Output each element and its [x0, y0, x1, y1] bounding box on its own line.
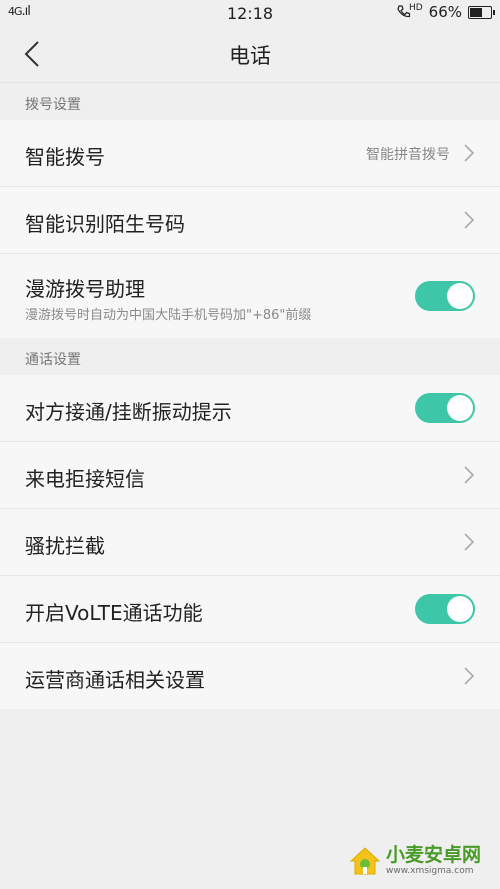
status-bar: 4G.ıl 12:18 HD 66% [0, 0, 500, 26]
page-title: 电话 [229, 44, 271, 68]
setting-label: 开启VoLTE通话功能 [25, 601, 203, 625]
watermark-url: www.xmsigma.com [386, 866, 474, 876]
settings-row[interactable]: 开启VoLTE通话功能 [0, 576, 500, 643]
setting-label: 运营商通话相关设置 [25, 668, 205, 692]
chevron-right-icon [464, 533, 475, 551]
setting-label: 骚扰拦截 [25, 534, 105, 558]
section-header: 拨号设置 [0, 83, 500, 120]
setting-description: 漫游拨号时自动为中国大陆手机号码加"+86"前缀 [25, 308, 312, 323]
battery-fill [470, 7, 482, 17]
house-logo-icon [349, 847, 381, 875]
setting-label: 智能识别陌生号码 [25, 212, 185, 236]
status-right: HD 66% [396, 3, 495, 21]
chevron-right-icon [464, 667, 475, 685]
settings-group: 智能拨号 智能拼音拨号智能识别陌生号码 漫游拨号助理漫游拨号时自动为中国大陆手机号码… [0, 120, 500, 338]
setting-label: 漫游拨号助理 [25, 277, 145, 301]
chevron-right-icon [464, 144, 475, 162]
settings-row[interactable]: 骚扰拦截 [0, 509, 500, 576]
settings-list: 拨号设置智能拨号 智能拼音拨号智能识别陌生号码 漫游拨号助理漫游拨号时自动为中国大陆… [0, 83, 500, 709]
setting-label: 对方接通/挂断振动提示 [25, 400, 232, 424]
toggle-knob [447, 596, 473, 622]
toggle-knob [447, 395, 473, 421]
hd-label: HD [408, 3, 423, 13]
toggle-knob [447, 283, 473, 309]
settings-group: 对方接通/挂断振动提示 来电拒接短信 骚扰拦截开启VoLTE通话功能 运营商通话相关设… [0, 375, 500, 709]
header: 电话 [0, 26, 500, 83]
chevron-right-icon [464, 466, 475, 484]
battery-percent: 66% [428, 3, 462, 21]
settings-row[interactable]: 运营商通话相关设置 [0, 643, 500, 709]
battery-icon [468, 5, 495, 19]
setting-label: 来电拒接短信 [25, 467, 145, 491]
settings-row[interactable]: 漫游拨号助理漫游拨号时自动为中国大陆手机号码加"+86"前缀 [0, 254, 500, 338]
settings-row[interactable]: 来电拒接短信 [0, 442, 500, 509]
setting-value: 智能拼音拨号 [366, 147, 450, 163]
toggle-switch[interactable] [415, 393, 475, 423]
toggle-switch[interactable] [415, 594, 475, 624]
watermark-logo: 小麦安卓网 www.xmsigma.com [348, 841, 488, 881]
hd-call-icon: HD [396, 3, 423, 19]
watermark-name: 小麦安卓网 [386, 844, 482, 866]
section-header: 通话设置 [0, 338, 500, 375]
chevron-right-icon [464, 211, 475, 229]
settings-row[interactable]: 智能识别陌生号码 [0, 187, 500, 254]
settings-row[interactable]: 对方接通/挂断振动提示 [0, 375, 500, 442]
setting-label: 智能拨号 [25, 145, 105, 169]
settings-row[interactable]: 智能拨号 智能拼音拨号 [0, 120, 500, 187]
toggle-switch[interactable] [415, 281, 475, 311]
